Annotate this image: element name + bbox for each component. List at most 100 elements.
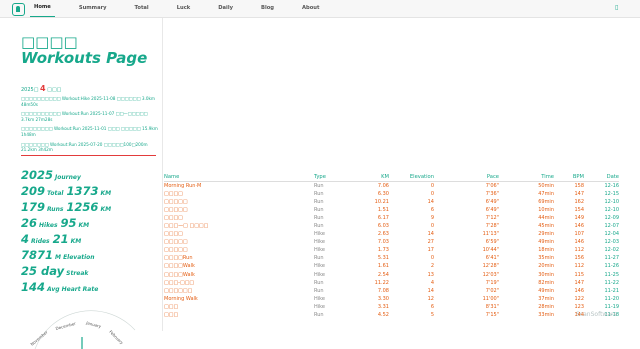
stats-list: 2025 Journey 209 Total 1373 KM 179 Runs 1256 KM 26… [21,166,161,294]
column-header-km[interactable]: KM [344,172,389,182]
cell-time: 33min [538,311,554,318]
cell-elevation: 13 [427,271,434,278]
cell-type: Run [314,199,324,206]
nav-item-blog[interactable]: Blog [257,0,278,17]
cell-name[interactable]: □□□ [164,311,314,319]
stat-row: 209 Total 1373 KM [21,182,161,198]
cell-name[interactable]: □□□□□ [164,198,314,206]
cell-date: 11-20 [604,295,619,302]
table-row[interactable]: Morning Walk Hike 3.30 12 11'00" 37min 122 11-2… [164,295,619,303]
stat-value: 7871 [21,248,54,262]
cell-bpm: 162 [574,199,584,206]
cell-elevation: 14 [427,199,434,206]
recent-workout-link[interactable]: □□□□□□□□ Workout:Run 2025-11-01 □□□ □□□□… [21,126,158,137]
table-row[interactable]: □□□□□□ Run 7.08 14 7'02" 49min 146 11-21 [164,287,619,295]
cell-name[interactable]: □□□□□ [164,238,314,246]
cell-bpm: 112 [574,263,584,270]
cell-name[interactable]: Morning Walk [164,295,314,303]
cell-name[interactable]: □□□□□ [164,206,314,214]
cell-date: 12-15 [604,191,619,198]
stat-unit: Rides [31,238,50,245]
theme-toggle-icon[interactable]: ▯ [615,4,619,11]
cell-km: 1.61 [377,263,389,270]
table-row[interactable]: □□□□Walk Hike 1.61 2 12'28" 20min 112 11-26 [164,262,619,270]
recent-workout-link[interactable]: □□□□□□□□□□ Workout:Hike 2025-11-08 □□□□□… [21,96,158,107]
cell-date: 12-16 [604,183,619,190]
stat-value: 26 [21,216,38,230]
cell-name[interactable]: □□□ [164,303,314,311]
nav-item-total[interactable]: Total [131,0,153,17]
column-header-type[interactable]: Type [314,172,344,182]
column-header-time[interactable]: Time [499,172,554,182]
table-row[interactable]: □□□□□ Run 10.21 14 6'49" 69min 162 12-10 [164,198,619,206]
cell-name[interactable]: □□□□□□ [164,287,314,295]
cell-time: 49min [538,239,554,246]
cell-name[interactable]: Morning Run·M [164,182,314,191]
section-divider [21,155,156,156]
cell-date: 12-09 [604,215,619,222]
cell-bpm: 123 [574,303,584,310]
cell-name[interactable]: □□□□ [164,190,314,198]
year-prefix: 2025□ [21,87,39,93]
column-header-pace[interactable]: Pace [434,172,499,182]
recent-workout-link[interactable]: □□□□□□□□□□ Workout:Run 2025-11-07 □□—□□□… [21,111,158,122]
table-row[interactable]: □□□□ Run 6.17 9 7'12" 44min 149 12-09 [164,214,619,222]
cell-bpm: 149 [574,215,584,222]
cell-bpm: 154 [574,207,584,214]
table-row[interactable]: □□□—□ □□□□ Run 6.03 0 7'28" 45min 146 12-07 [164,222,619,230]
cell-type: Hike [314,271,325,278]
cell-elevation: 0 [430,183,434,190]
cell-name[interactable]: □□□□□ [164,246,314,254]
cell-elevation: 9 [430,215,434,222]
cell-pace: 11'13" [482,231,499,238]
cell-name[interactable]: □□□□Walk [164,271,314,279]
cell-name[interactable]: □□□—□ □□□□ [164,222,314,230]
cell-time: 69min [538,199,554,206]
table-row[interactable]: □□□-□□□ Run 11.22 4 7'19" 82min 147 11-22 [164,279,619,287]
cell-pace: 12'03" [482,271,499,278]
stat-unit: Total [47,190,64,197]
table-row[interactable]: □□□□□ Hike 7.03 27 6'59" 49min 146 12-03 [164,238,619,246]
table-row[interactable]: □□□□□ Run 1.51 6 6'49" 10min 154 12-10 [164,206,619,214]
recent-workout-link[interactable]: □□□□□□□ Workout:Run 2025-07-20 □□□□□100□… [21,142,158,153]
cell-time: 28min [538,303,554,310]
cell-name[interactable]: □□□□Walk [164,262,314,270]
column-header-name[interactable]: Name [164,172,314,182]
stat-unit: Streak [66,270,89,277]
table-row[interactable]: □□□□ Run 6.30 0 7'36" 47min 147 12-15 [164,190,619,198]
cell-elevation: 4 [430,279,434,286]
cell-type: Run [314,287,324,294]
table-row[interactable]: Morning Run·M Run 7.06 0 7'06" 50min 158 12-16 [164,182,619,191]
cell-km: 2.63 [377,231,389,238]
column-header-bpm[interactable]: BPM [554,172,584,182]
cell-time: 49min [538,287,554,294]
nav-item-home[interactable]: Home [30,0,55,17]
table-row[interactable]: □□□□ Hike 2.63 14 11'13" 29min 107 12-04 [164,230,619,238]
cell-bpm: 107 [574,231,584,238]
cell-km: 3.30 [377,295,389,302]
cell-pace: 7'02" [485,287,499,294]
cell-elevation: 6 [430,207,434,214]
cell-km: 7.06 [377,183,389,190]
table-row[interactable]: □□□□Walk Hike 2.54 13 12'03" 30min 115 11-25 [164,271,619,279]
site-logo-icon[interactable] [12,3,25,16]
column-header-date[interactable]: Date [584,172,619,182]
nav-item-luck[interactable]: Luck [173,0,195,17]
nav-item-summary[interactable]: Summary [75,0,111,17]
cell-elevation: 14 [427,231,434,238]
table-row[interactable]: □□□ Hike 3.31 6 8'31" 28min 123 11-19 [164,303,619,311]
column-header-elevation[interactable]: Elevation [389,172,434,182]
table-row[interactable]: □□□□Run Run 5.31 0 6'41" 35min 156 11-27 [164,254,619,262]
cell-name[interactable]: □□□-□□□ [164,279,314,287]
cell-km: 7.03 [377,239,389,246]
nav-item-about[interactable]: About [298,0,323,17]
table-row[interactable]: □□□□□ Hike 1.73 17 10'44" 18min 112 12-02 [164,246,619,254]
table-row[interactable]: □□□ Run 4.52 5 7'15" 33min 144 11-18 [164,311,619,319]
cell-pace: 7'15" [485,311,499,318]
cell-bpm: 122 [574,295,584,302]
cell-name[interactable]: □□□□Run [164,254,314,262]
nav-item-daily[interactable]: Daily [214,0,237,17]
cell-name[interactable]: □□□□ [164,214,314,222]
cell-elevation: 0 [430,191,434,198]
cell-name[interactable]: □□□□ [164,230,314,238]
